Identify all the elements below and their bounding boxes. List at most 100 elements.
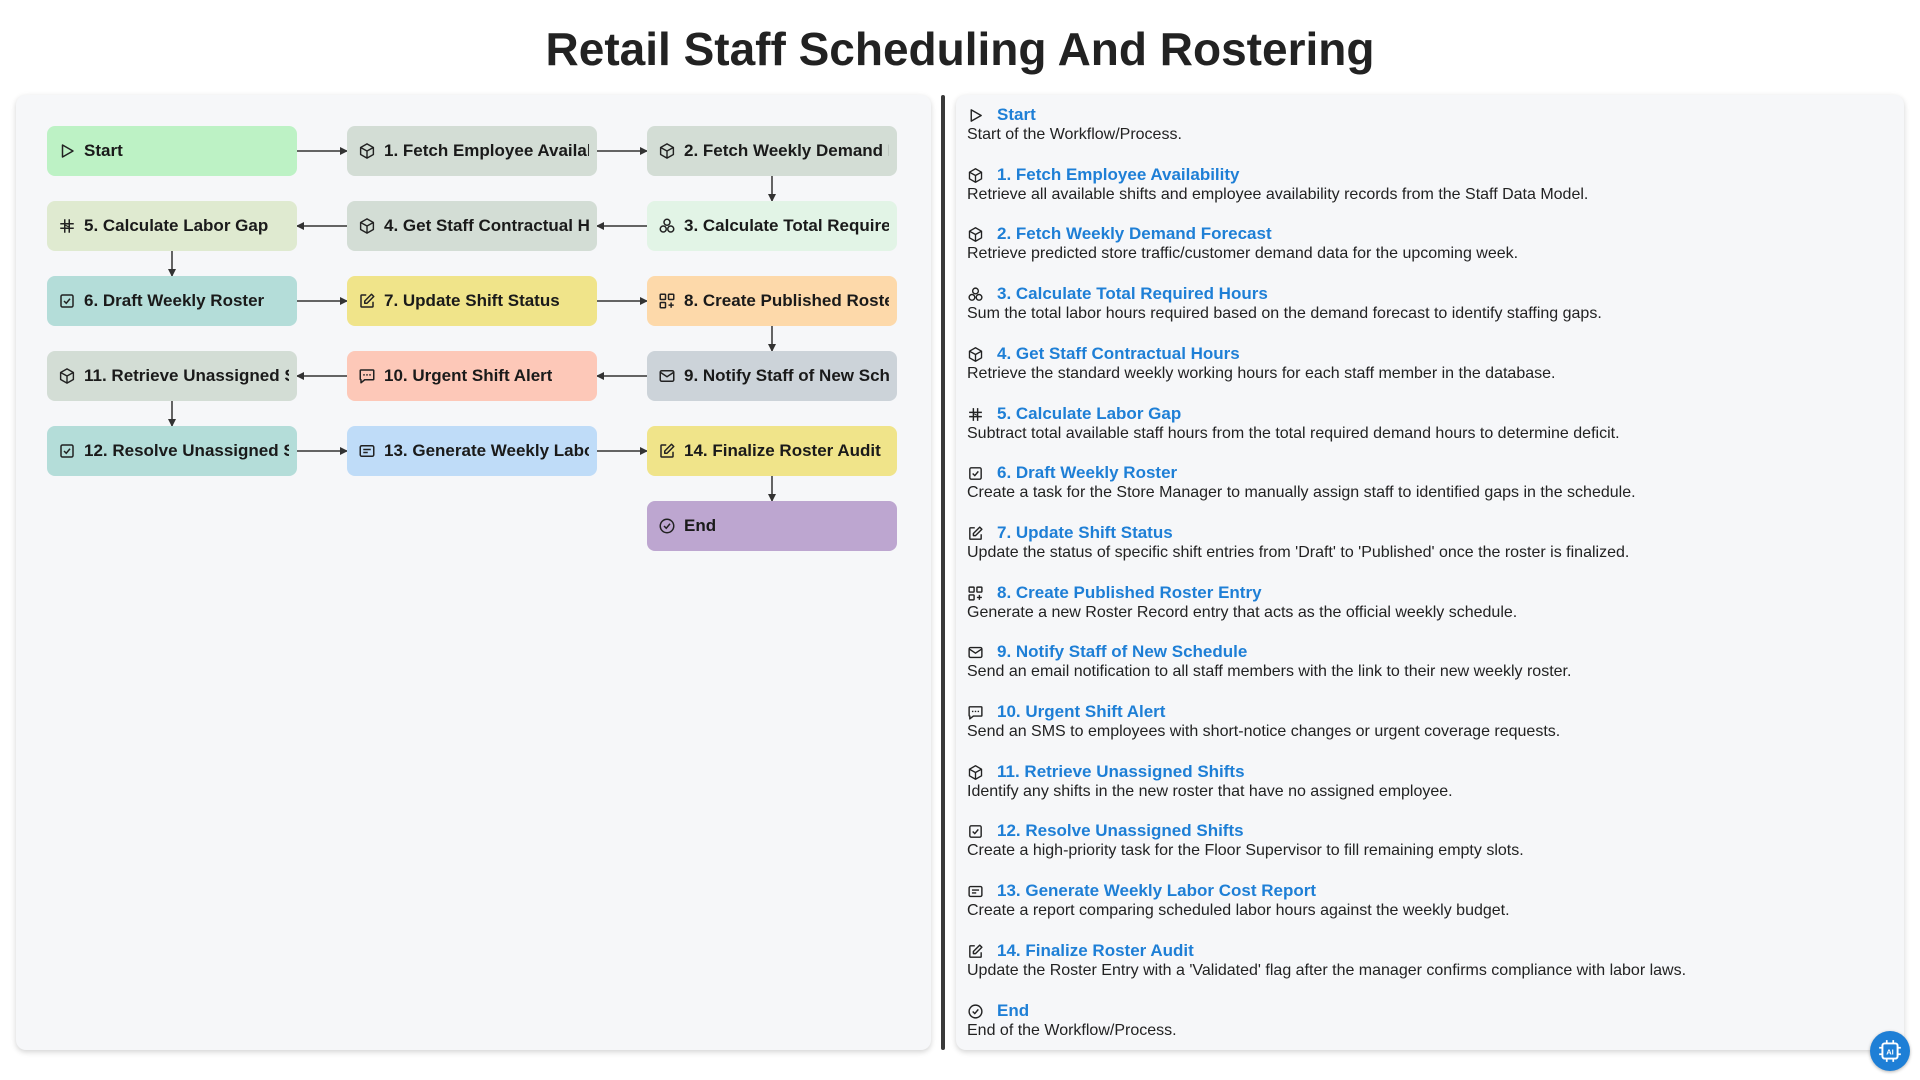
detail-title-link[interactable]: 12. Resolve Unassigned Shifts — [997, 821, 1244, 841]
detail-item: 1. Fetch Employee Availability Retrieve a… — [967, 164, 1887, 205]
flow-node-label: 14. Finalize Roster Audit — [684, 441, 881, 460]
detail-header: 1. Fetch Employee Availability — [967, 164, 1887, 186]
edit-icon — [967, 943, 984, 960]
flow-node-n14[interactable]: 14. Finalize Roster Audit — [647, 426, 897, 476]
detail-title-link[interactable]: 11. Retrieve Unassigned Shifts — [997, 762, 1245, 782]
detail-item: 13. Generate Weekly Labor Cost Report Cre… — [967, 880, 1887, 921]
detail-title-link[interactable]: 3. Calculate Total Required Hours — [997, 284, 1268, 304]
flow-node-n5[interactable]: 5. Calculate Labor Gap — [47, 201, 297, 251]
detail-header: 12. Resolve Unassigned Shifts — [967, 820, 1887, 842]
flow-node-n1[interactable]: 1. Fetch Employee Availability — [347, 126, 597, 176]
flow-node-n8[interactable]: 8. Create Published Roster Entry — [647, 276, 897, 326]
mail-icon — [658, 367, 676, 385]
detail-header: 8. Create Published Roster Entry — [967, 582, 1887, 604]
flow-node-label: 7. Update Shift Status — [384, 291, 560, 310]
sum-icon — [967, 286, 984, 303]
flow-node-n12[interactable]: 12. Resolve Unassigned Shifts — [47, 426, 297, 476]
cube-icon — [967, 167, 984, 184]
detail-description: Create a high-priority task for the Floo… — [967, 842, 1524, 859]
detail-description: Generate a new Roster Record entry that … — [967, 604, 1518, 621]
flow-node-n7[interactable]: 7. Update Shift Status — [347, 276, 597, 326]
panel-divider[interactable] — [941, 95, 945, 1050]
flow-node-n11[interactable]: 11. Retrieve Unassigned Shifts — [47, 351, 297, 401]
detail-item: 3. Calculate Total Required Hours Sum the… — [967, 283, 1887, 324]
detail-item: 2. Fetch Weekly Demand Forecast Retrieve … — [967, 223, 1887, 264]
detail-title-link[interactable]: 14. Finalize Roster Audit — [997, 941, 1194, 961]
flow-node-end[interactable]: End — [647, 501, 897, 551]
detail-item: 7. Update Shift Status Update the status … — [967, 522, 1887, 563]
detail-title-link[interactable]: End — [997, 1001, 1029, 1021]
flow-node-label: 6. Draft Weekly Roster — [84, 291, 265, 310]
detail-title-link[interactable]: 6. Draft Weekly Roster — [997, 463, 1177, 483]
edit-icon — [967, 525, 984, 542]
cube-icon — [58, 367, 76, 385]
detail-description: Update the Roster Entry with a 'Validate… — [967, 962, 1687, 979]
detail-title-link[interactable]: 2. Fetch Weekly Demand Forecast — [997, 224, 1272, 244]
detail-title-link[interactable]: 5. Calculate Labor Gap — [997, 404, 1181, 424]
detail-header: 14. Finalize Roster Audit — [967, 940, 1887, 962]
flow-node-n9[interactable]: 9. Notify Staff of New Schedule — [647, 351, 897, 401]
detail-description: Update the status of specific shift entr… — [967, 544, 1630, 561]
detail-header: Start — [967, 104, 1887, 126]
detail-description: Create a task for the Store Manager to m… — [967, 484, 1636, 501]
grid-plus-icon — [658, 292, 676, 310]
detail-item: 5. Calculate Labor Gap Subtract total ava… — [967, 403, 1887, 444]
detail-description: Sum the total labor hours required based… — [967, 305, 1602, 322]
flow-node-n3[interactable]: 3. Calculate Total Required Hours — [647, 201, 897, 251]
page-title: Retail Staff Scheduling And Rostering — [545, 23, 1375, 75]
hash-icon — [967, 406, 984, 423]
detail-title-link[interactable]: 9. Notify Staff of New Schedule — [997, 642, 1247, 662]
detail-header: 7. Update Shift Status — [967, 522, 1887, 544]
flow-node-label: 4. Get Staff Contractual Hours — [384, 216, 589, 235]
detail-header: 11. Retrieve Unassigned Shifts — [967, 761, 1887, 783]
detail-header: 4. Get Staff Contractual Hours — [967, 343, 1887, 365]
detail-title-link[interactable]: 8. Create Published Roster Entry — [997, 583, 1262, 603]
ai-assistant-button[interactable]: AI — [1870, 1031, 1910, 1071]
detail-item: 9. Notify Staff of New Schedule Send an e… — [967, 641, 1887, 682]
play-icon — [58, 142, 76, 160]
flow-node-label: 8. Create Published Roster Entry — [684, 291, 889, 310]
detail-title-link[interactable]: 7. Update Shift Status — [997, 523, 1173, 543]
svg-text:AI: AI — [1886, 1047, 1894, 1056]
detail-description: Retrieve predicted store traffic/custome… — [967, 245, 1519, 262]
flow-node-label: 2. Fetch Weekly Demand Forecast — [684, 141, 889, 160]
mail-icon — [967, 644, 984, 661]
detail-title-link[interactable]: 10. Urgent Shift Alert — [997, 702, 1165, 722]
detail-title-link[interactable]: Start — [997, 105, 1036, 125]
detail-description: Subtract total available staff hours fro… — [967, 425, 1620, 442]
detail-description: Identify any shifts in the new roster th… — [967, 783, 1453, 800]
detail-title-link[interactable]: 4. Get Staff Contractual Hours — [997, 344, 1240, 364]
detail-item: 8. Create Published Roster Entry Generate… — [967, 582, 1887, 623]
detail-title-link[interactable]: 13. Generate Weekly Labor Cost Report — [997, 881, 1316, 901]
flow-node-n2[interactable]: 2. Fetch Weekly Demand Forecast — [647, 126, 897, 176]
cube-icon — [967, 764, 984, 781]
flow-node-n10[interactable]: 10. Urgent Shift Alert — [347, 351, 597, 401]
detail-header: End — [967, 1000, 1887, 1022]
detail-header: 9. Notify Staff of New Schedule — [967, 641, 1887, 663]
cube-icon — [967, 226, 984, 243]
flow-node-label: Start — [84, 141, 123, 160]
detail-item: 11. Retrieve Unassigned Shifts Identify a… — [967, 761, 1887, 802]
edit-icon — [358, 292, 376, 310]
report-icon — [967, 883, 984, 900]
detail-item: 12. Resolve Unassigned Shifts Create a hi… — [967, 820, 1887, 861]
flow-node-n6[interactable]: 6. Draft Weekly Roster — [47, 276, 297, 326]
flow-node-n13[interactable]: 13. Generate Weekly Labor Cost Report — [347, 426, 597, 476]
detail-description: Send an SMS to employees with short-noti… — [967, 723, 1561, 740]
flow-node-n4[interactable]: 4. Get Staff Contractual Hours — [347, 201, 597, 251]
cube-icon — [358, 142, 376, 160]
checkbox-icon — [967, 465, 984, 482]
sms-icon — [358, 367, 376, 385]
detail-header: 10. Urgent Shift Alert — [967, 701, 1887, 723]
detail-header: 6. Draft Weekly Roster — [967, 462, 1887, 484]
cube-icon — [358, 217, 376, 235]
flow-node-start[interactable]: Start — [47, 126, 297, 176]
sms-icon — [967, 704, 984, 721]
detail-header: 13. Generate Weekly Labor Cost Report — [967, 880, 1887, 902]
detail-item: 14. Finalize Roster Audit Update the Rost… — [967, 940, 1887, 981]
flow-node-label: 5. Calculate Labor Gap — [84, 216, 269, 235]
play-icon — [967, 107, 984, 124]
detail-title-link[interactable]: 1. Fetch Employee Availability — [997, 165, 1240, 185]
checkbox-icon — [58, 292, 76, 310]
detail-item: 10. Urgent Shift Alert Send an SMS to emp… — [967, 701, 1887, 742]
